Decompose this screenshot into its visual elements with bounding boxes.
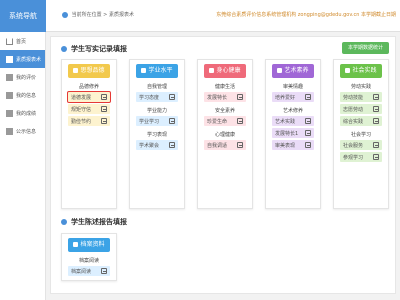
card-item[interactable]: 劳动技能 — [340, 92, 382, 102]
group-label: 心理健康 — [214, 132, 235, 138]
card-header: 档案资料 — [68, 238, 110, 252]
top-bar: 系统导航 当前所在位置 > 素质报表术 东莞综合素质评价信息系统管理机构 zon… — [0, 0, 400, 32]
doc-icon — [6, 55, 13, 63]
category-icon — [277, 68, 283, 73]
edit-icon[interactable] — [101, 268, 107, 274]
card-item[interactable]: 珍爱生命 — [204, 116, 246, 126]
group-label: 社会学习 — [350, 132, 371, 138]
card-item[interactable]: 发展特长1 — [272, 128, 314, 138]
edit-icon[interactable] — [373, 94, 379, 100]
card-item[interactable]: 学业学习 — [136, 116, 178, 126]
group-label: 档案阅读 — [78, 258, 99, 264]
card-item[interactable]: 发展特长 — [204, 92, 246, 102]
category-icon — [141, 68, 147, 73]
group-label: 审美情趣 — [282, 84, 303, 90]
edit-icon[interactable] — [101, 94, 107, 100]
edit-icon[interactable] — [169, 118, 175, 124]
edit-icon[interactable] — [237, 142, 243, 148]
sidebar-item-public[interactable]: 公示信息 — [0, 122, 45, 140]
edit-icon[interactable] — [305, 130, 311, 136]
sidebar-item-evaluation[interactable]: 我的评价 — [0, 68, 45, 86]
export-stats-button[interactable]: 本学期数据统计 — [341, 42, 389, 54]
card-item[interactable]: 自我调适 — [204, 140, 246, 150]
sidebar-item-label: 我的成绩 — [16, 110, 37, 117]
card-item[interactable]: 学习态度 — [136, 92, 178, 102]
card-header: 社会实践 — [340, 64, 382, 78]
card-item[interactable]: 志愿劳动 — [340, 104, 382, 114]
card-item[interactable]: 学术聚会 — [136, 140, 178, 150]
edit-icon[interactable] — [101, 118, 107, 124]
card-item[interactable]: 艺术实践 — [272, 116, 314, 126]
group-label: 劳动实践 — [350, 84, 371, 90]
bullet-icon — [61, 219, 67, 225]
category-card: 艺术素养审美情趣培养爱好艺术修养艺术实践发展特长1 审美表现 — [265, 59, 321, 209]
group-label: 健康生活 — [214, 84, 235, 90]
sidebar-item-report[interactable]: 素质报表术 — [0, 50, 45, 68]
card-item[interactable]: 审美表现 — [272, 140, 314, 150]
card-item[interactable]: 档案阅读 — [68, 266, 110, 276]
group-label: 自我管理 — [146, 84, 167, 90]
card-item[interactable]: 综合实践 — [340, 116, 382, 126]
card-item[interactable]: 勤俭节约 — [68, 116, 110, 126]
doc-icon — [6, 91, 13, 99]
category-icon — [209, 68, 215, 73]
card-header: 艺术素养 — [272, 64, 314, 78]
card-header: 学业水平 — [136, 64, 178, 78]
group-label: 学习表现 — [146, 132, 167, 138]
edit-icon[interactable] — [373, 154, 379, 160]
section-title-records: 学生写实记录填报 — [61, 44, 127, 54]
edit-icon[interactable] — [373, 118, 379, 124]
bullet-icon — [61, 46, 67, 52]
section-title-report: 学生陈述报告填报 — [61, 217, 127, 227]
category-card: 身心健康健康生活发展特长安全素养珍爱生命心理健康自我调适 — [197, 59, 253, 209]
sidebar-item-label: 公示信息 — [16, 128, 37, 135]
edit-icon[interactable] — [237, 94, 243, 100]
sidebar-item-label: 素质报表术 — [16, 56, 42, 63]
doc-icon — [6, 127, 13, 135]
edit-icon[interactable] — [101, 106, 107, 112]
sidebar-item-label: 首页 — [16, 38, 27, 45]
sidebar-title: 系统导航 — [0, 0, 46, 32]
edit-icon[interactable] — [305, 142, 311, 148]
group-label: 艺术修养 — [282, 108, 303, 114]
folder-icon — [73, 242, 79, 247]
category-card: 思想品德品德修养 道德发展 规矩守信勤俭节约 — [61, 59, 117, 209]
header-notice: 东莞综合素质评价信息系统管理机构 zongping@gdedu.gov.cn 本… — [216, 12, 396, 18]
edit-icon[interactable] — [373, 106, 379, 112]
breadcrumb: 当前所在位置 > 素质报表术 — [62, 11, 134, 18]
group-label: 安全素养 — [214, 108, 235, 114]
edit-icon[interactable] — [169, 94, 175, 100]
edit-icon[interactable] — [305, 118, 311, 124]
group-label: 学业能力 — [146, 108, 167, 114]
sidebar-item-label: 我的评价 — [16, 74, 37, 81]
card-item[interactable]: 道德发展 — [67, 91, 111, 103]
breadcrumb-text: 当前所在位置 > 素质报表术 — [71, 12, 134, 18]
card-item[interactable]: 参观学习 — [340, 152, 382, 162]
edit-icon[interactable] — [237, 118, 243, 124]
category-card: 社会实践劳动实践劳动技能志愿劳动综合实践社会学习社会服务参观学习 — [333, 59, 389, 209]
card-item[interactable]: 规矩守信 — [68, 104, 110, 114]
group-label: 品德修养 — [78, 84, 99, 90]
doc-icon — [6, 73, 13, 81]
category-icon — [73, 68, 79, 73]
edit-icon[interactable] — [169, 142, 175, 148]
edit-icon[interactable] — [373, 142, 379, 148]
edit-icon[interactable] — [305, 94, 311, 100]
card-header: 身心健康 — [204, 64, 246, 78]
card-item[interactable]: 培养爱好 — [272, 92, 314, 102]
location-icon — [62, 11, 68, 18]
home-icon — [6, 37, 13, 45]
main-panel: 学生写实记录填报 本学期数据统计 思想品德 品德修养 道德发展 规矩守信 勤俭节约 学业水… — [50, 36, 396, 294]
card-archive: 档案资料 档案阅读 档案阅读 — [61, 233, 117, 281]
category-icon — [345, 68, 351, 73]
sidebar-item-info[interactable]: 我的信息 — [0, 86, 45, 104]
sidebar-item-home[interactable]: 首页 — [0, 32, 45, 50]
card-header: 思想品德 — [68, 64, 110, 78]
sidebar-item-label: 我的信息 — [16, 92, 37, 99]
sidebar: 首页 素质报表术 我的评价 我的信息 我的成绩 公示信息 — [0, 32, 46, 300]
category-card: 学业水平自我管理学习态度学业能力学业学习学习表现学术聚会 — [129, 59, 185, 209]
card-item[interactable]: 社会服务 — [340, 140, 382, 150]
sidebar-item-scores[interactable]: 我的成绩 — [0, 104, 45, 122]
doc-icon — [6, 109, 13, 117]
